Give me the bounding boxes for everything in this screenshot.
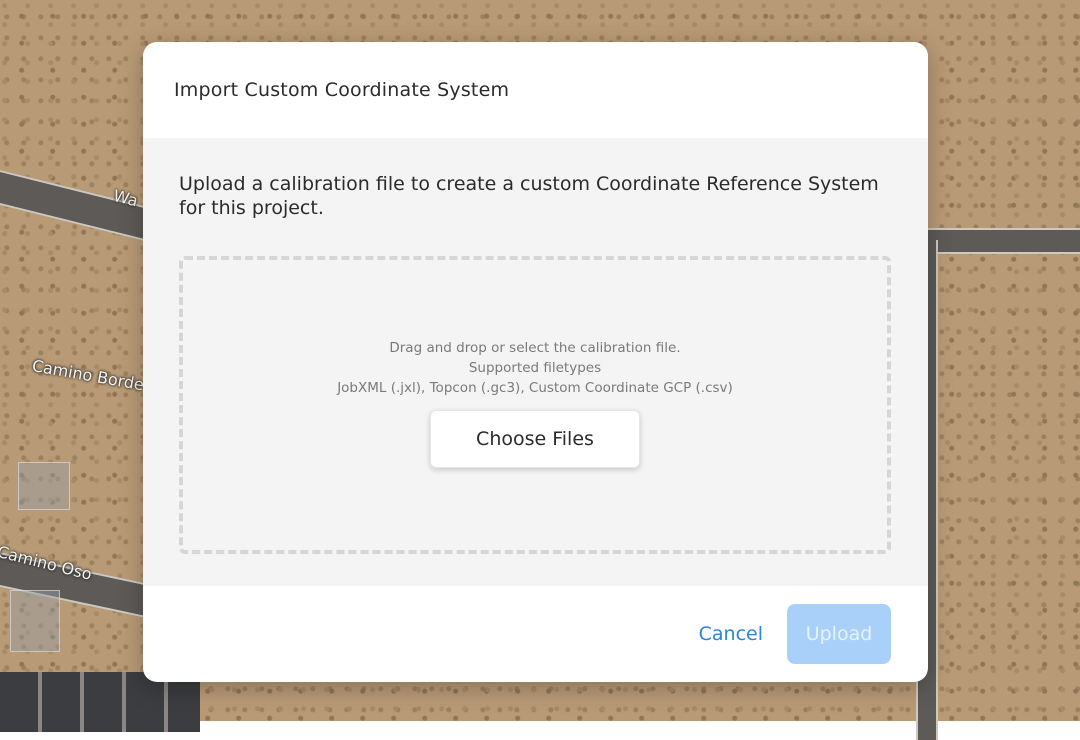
dropzone-hint-instructions: Drag and drop or select the calibration … (389, 340, 681, 356)
map-street-label: Camino Borde (30, 356, 146, 395)
import-coordinate-system-dialog: Import Custom Coordinate System Upload a… (143, 42, 928, 682)
map-lot (18, 462, 70, 510)
dialog-body: Upload a calibration file to create a cu… (143, 138, 928, 586)
dialog-description: Upload a calibration file to create a cu… (179, 173, 879, 219)
map-lot (10, 590, 60, 652)
choose-files-button[interactable]: Choose Files (430, 410, 640, 468)
dropzone-hint-filetypes: JobXML (.jxl), Topcon (.gc3), Custom Coo… (337, 380, 733, 396)
dropzone-hint-filetypes-heading: Supported filetypes (468, 360, 602, 376)
dropzone-hint: Drag and drop or select the calibration … (337, 338, 733, 398)
dialog-header: Import Custom Coordinate System (143, 42, 928, 138)
upload-button[interactable]: Upload (787, 604, 891, 664)
dialog-footer: Cancel Upload (143, 586, 928, 682)
dialog-title: Import Custom Coordinate System (174, 79, 510, 101)
file-dropzone[interactable]: Drag and drop or select the calibration … (179, 256, 891, 554)
cancel-button[interactable]: Cancel (699, 623, 763, 645)
